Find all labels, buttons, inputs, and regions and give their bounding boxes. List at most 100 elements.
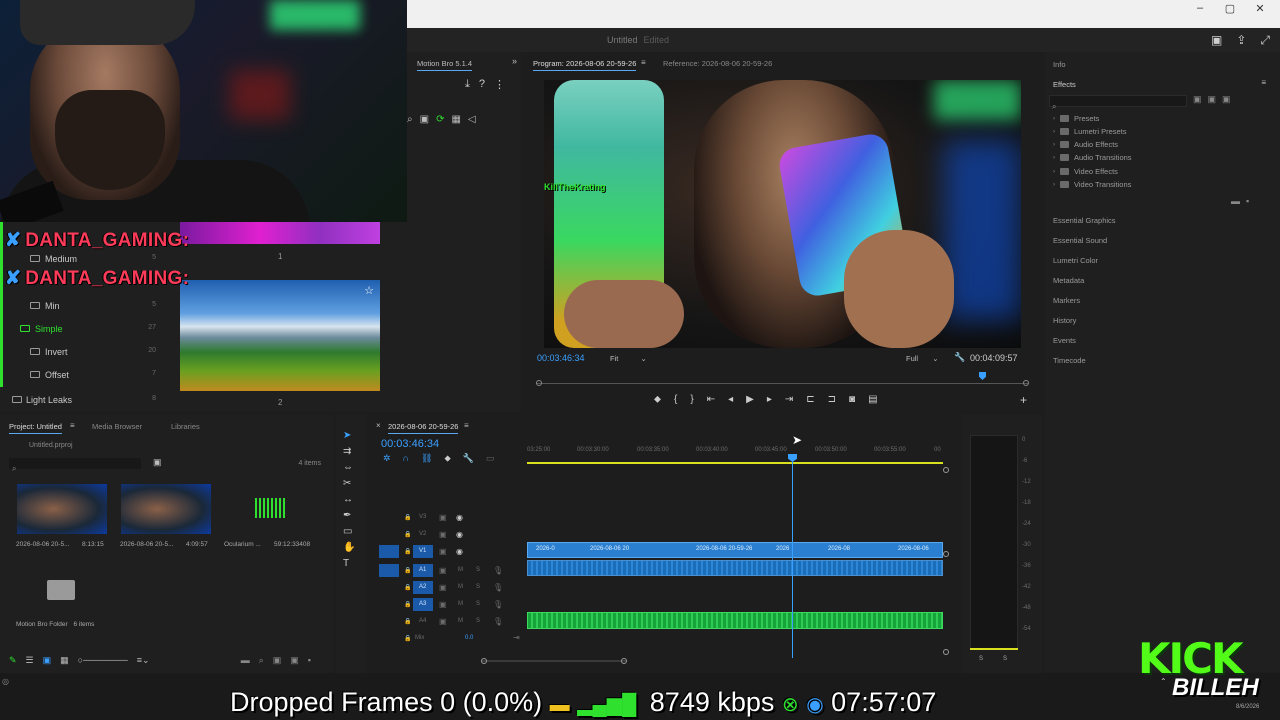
freeform-view-icon[interactable]: ▦: [60, 655, 69, 666]
add-button-icon[interactable]: +: [1020, 393, 1027, 407]
timeline-zoom-scrollbar[interactable]: [481, 658, 627, 664]
sync-lock-icon[interactable]: ▣: [439, 600, 447, 609]
go-to-out-icon[interactable]: ⇥: [785, 394, 793, 405]
audio-icon[interactable]: ◁: [468, 114, 476, 125]
fullscreen-icon[interactable]: ⤢: [1260, 33, 1270, 48]
go-to-end-icon[interactable]: ⇥: [513, 633, 520, 642]
star-icon[interactable]: ☆: [364, 284, 374, 297]
eye-icon[interactable]: ◉: [456, 530, 463, 539]
folder-simple[interactable]: Simple 27: [0, 318, 160, 340]
nest-icon[interactable]: ✲: [383, 453, 391, 464]
slip-tool-icon[interactable]: ↔: [343, 494, 355, 505]
program-scrubber[interactable]: [536, 372, 1029, 388]
panel-menu-icon[interactable]: ≡: [1261, 78, 1266, 87]
search-icon[interactable]: ⌕: [407, 114, 413, 125]
new-item-icon[interactable]: ▣: [290, 655, 299, 666]
rectangle-tool-icon[interactable]: ▭: [343, 526, 355, 537]
solo-button[interactable]: S: [476, 601, 480, 607]
sync-lock-icon[interactable]: ▣: [439, 530, 447, 539]
folder-min[interactable]: Min 5: [0, 295, 160, 317]
mark-in-icon[interactable]: {: [674, 394, 677, 405]
lock-icon[interactable]: 🔒: [404, 584, 411, 591]
quick-export-icon[interactable]: ▣: [1211, 33, 1222, 48]
video-preview[interactable]: KillTheKrating: [544, 80, 1021, 348]
solo-left-button[interactable]: S: [979, 656, 983, 662]
lock-icon[interactable]: 🔒: [404, 618, 411, 625]
mix-value[interactable]: 0.0: [465, 635, 473, 641]
new-bin-icon[interactable]: ▣: [273, 655, 282, 666]
libraries-tab[interactable]: Libraries: [171, 422, 200, 431]
add-marker-icon[interactable]: ⬥: [444, 453, 450, 464]
help-icon[interactable]: ?: [479, 78, 485, 91]
time-ruler[interactable]: 03:25:00 00:03:30:00 00:03:35:00 00:03:4…: [527, 445, 947, 465]
tree-audio-transitions[interactable]: › Audio Transitions: [1053, 153, 1132, 162]
mute-button[interactable]: M: [458, 584, 463, 590]
grid-icon[interactable]: ▦: [451, 114, 460, 125]
lock-icon[interactable]: 🔒: [404, 531, 411, 538]
sync-lock-icon[interactable]: ▣: [439, 513, 447, 522]
solo-right-button[interactable]: S: [1003, 656, 1007, 662]
folder-invert[interactable]: Invert 20: [0, 341, 160, 363]
program-timecode[interactable]: 00:03:46:34: [537, 353, 585, 363]
lock-icon[interactable]: 🔒: [404, 601, 411, 608]
yuv-icon[interactable]: ▣: [1222, 94, 1231, 105]
step-back-icon[interactable]: ◂: [728, 394, 733, 405]
sequence-tab[interactable]: 2026-08-06 20-59-26: [388, 422, 459, 434]
mute-button[interactable]: M: [458, 567, 463, 573]
zoom-slider[interactable]: ○───────: [78, 655, 128, 666]
video-clip-track-v1[interactable]: 2026-0 2026-08-06 20 2026-08-06 20-59-26…: [527, 542, 943, 558]
new-bin-icon[interactable]: ▬: [1231, 196, 1240, 206]
close-tab-icon[interactable]: ×: [376, 421, 381, 430]
expand-icon[interactable]: »: [512, 56, 517, 66]
lock-icon[interactable]: 🔒: [404, 635, 411, 642]
share-icon[interactable]: ⇪: [1236, 33, 1246, 48]
section-timecode[interactable]: Timecode: [1053, 356, 1086, 365]
section-metadata[interactable]: Metadata: [1053, 276, 1084, 285]
pencil-icon[interactable]: ✎: [9, 655, 17, 666]
captions-icon[interactable]: ▭: [486, 453, 495, 464]
32bit-icon[interactable]: ▣: [1208, 94, 1217, 105]
source-patch-a1[interactable]: [379, 564, 399, 577]
media-thumb-2[interactable]: [121, 484, 211, 534]
section-lumetri-color[interactable]: Lumetri Color: [1053, 256, 1098, 265]
sync-lock-icon[interactable]: ▣: [439, 617, 447, 626]
tree-video-effects[interactable]: › Video Effects: [1053, 167, 1118, 176]
section-history[interactable]: History: [1053, 316, 1076, 325]
download-icon[interactable]: ⤓: [465, 78, 470, 91]
solo-button[interactable]: S: [476, 584, 480, 590]
section-markers[interactable]: Markers: [1053, 296, 1080, 305]
wrench-icon[interactable]: 🔧: [954, 352, 965, 363]
folder-light-leaks[interactable]: Light Leaks 8: [0, 389, 160, 411]
solo-button[interactable]: S: [476, 567, 480, 573]
solo-button[interactable]: S: [476, 618, 480, 624]
folder-icon[interactable]: [47, 580, 75, 600]
mark-out-icon[interactable]: }: [690, 394, 693, 405]
icon-view-icon[interactable]: ▣: [43, 655, 52, 666]
media-browser-tab[interactable]: Media Browser: [92, 422, 142, 431]
ripple-edit-icon[interactable]: ⇔: [343, 462, 355, 473]
section-events[interactable]: Events: [1053, 336, 1076, 345]
lift-icon[interactable]: ⊏: [806, 394, 814, 405]
tree-presets[interactable]: › Presets: [1053, 114, 1099, 123]
go-to-in-icon[interactable]: ⇤: [707, 394, 715, 405]
refresh-icon[interactable]: ⟳: [436, 114, 444, 125]
track-select-icon[interactable]: ⇉: [343, 446, 355, 457]
info-tab[interactable]: Info: [1053, 60, 1066, 69]
sort-icon[interactable]: ≡⌄: [137, 655, 150, 666]
play-icon[interactable]: ▶: [746, 394, 754, 405]
eye-icon[interactable]: ◉: [456, 513, 463, 522]
section-essential-graphics[interactable]: Essential Graphics: [1053, 216, 1116, 225]
marker-icon[interactable]: ⬥: [654, 394, 661, 405]
tree-lumetri-presets[interactable]: › Lumetri Presets: [1053, 127, 1127, 136]
reference-tab[interactable]: Reference: 2026-08-06 20-59-26: [663, 59, 772, 68]
preset-thumbnail-2[interactable]: ☆: [180, 280, 380, 391]
snap-icon[interactable]: ∩: [403, 453, 409, 464]
effects-search-input[interactable]: ⌕: [1049, 95, 1187, 111]
tree-video-transitions[interactable]: › Video Transitions: [1053, 180, 1131, 189]
audio-clip-track-a4[interactable]: [527, 612, 943, 629]
accelerated-icon[interactable]: ▣: [1193, 94, 1202, 105]
selection-tool-icon[interactable]: ➤: [343, 430, 355, 441]
timeline-timecode[interactable]: 00:03:46:34: [381, 438, 439, 450]
timeline-playhead[interactable]: [792, 455, 793, 658]
list-view-icon[interactable]: ☰: [26, 655, 34, 666]
